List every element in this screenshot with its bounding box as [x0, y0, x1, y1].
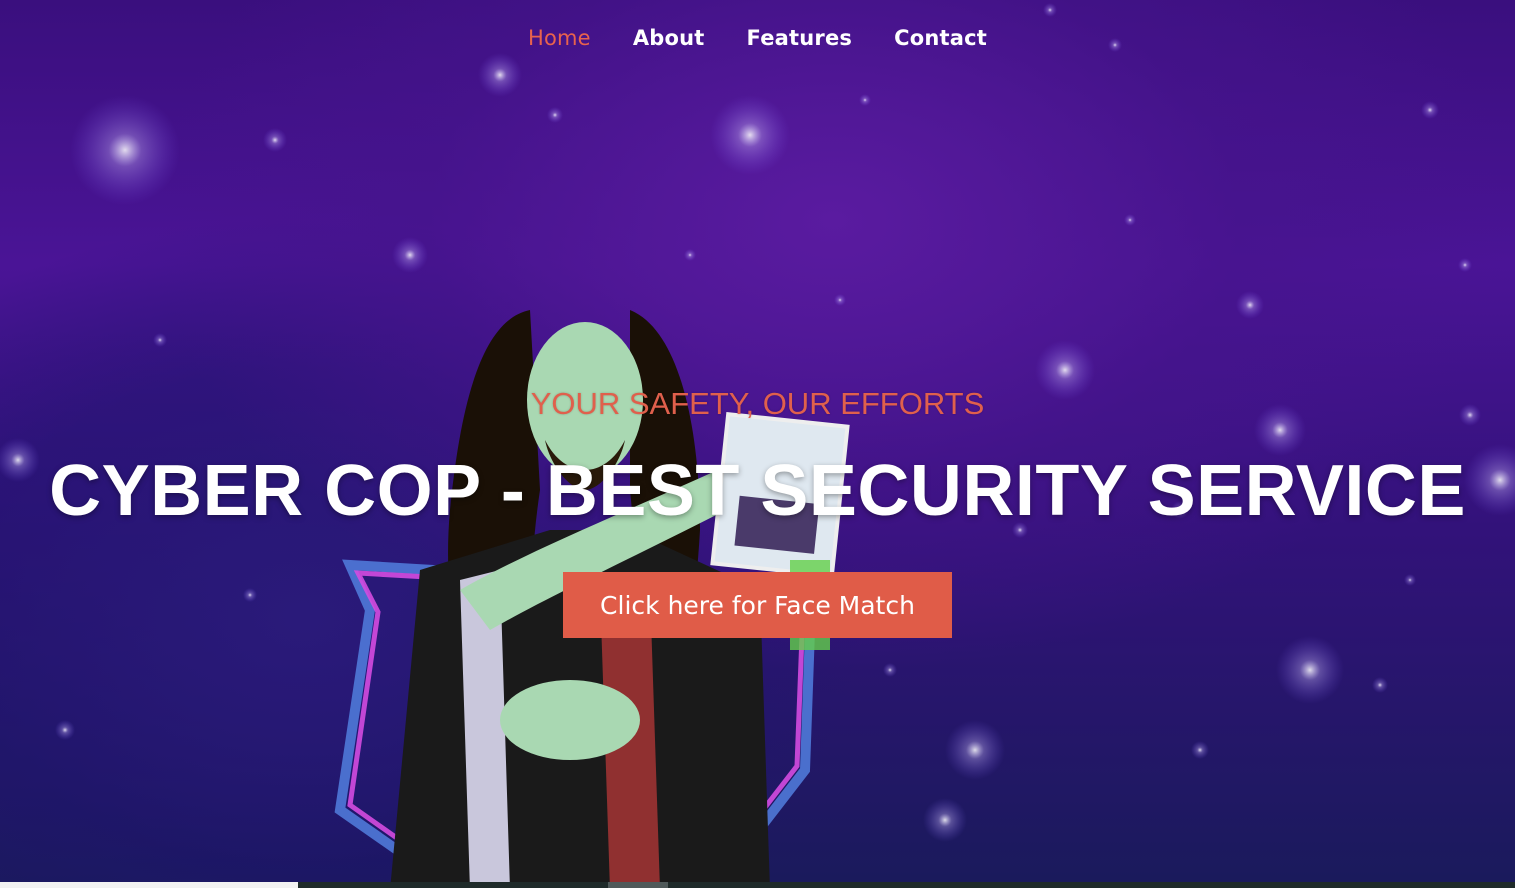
nav-item-home[interactable]: Home — [528, 26, 591, 50]
main-nav: Home About Features Contact — [0, 26, 1515, 50]
hero-tagline: YOUR SAFETY, OUR EFFORTS — [530, 386, 985, 421]
nav-item-features[interactable]: Features — [747, 26, 853, 50]
scrollbar-track-segment — [0, 882, 298, 888]
hero-section: Home About Features Contact YOUR SAFETY,… — [0, 0, 1515, 882]
nav-item-contact[interactable]: Contact — [894, 26, 987, 50]
scrollbar-thumb[interactable] — [608, 882, 668, 888]
face-match-button[interactable]: Click here for Face Match — [563, 572, 952, 638]
nav-item-about[interactable]: About — [633, 26, 705, 50]
horizontal-scrollbar[interactable] — [0, 882, 1515, 888]
hero-headline: CYBER COP - BEST SECURITY SERVICE — [49, 451, 1466, 531]
